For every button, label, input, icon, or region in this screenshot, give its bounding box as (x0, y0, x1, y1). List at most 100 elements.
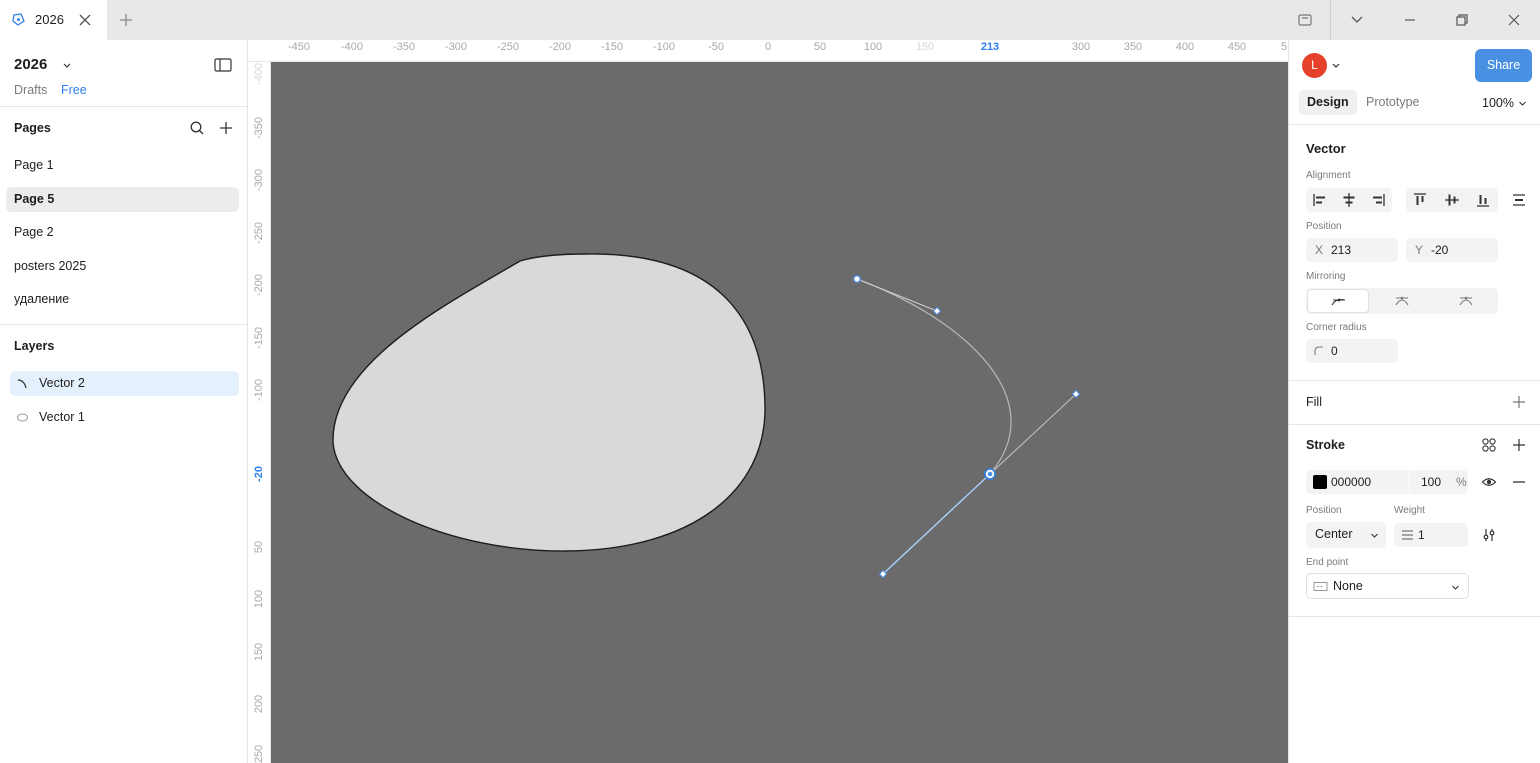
distribute-icon[interactable] (1511, 192, 1527, 208)
file-name[interactable]: 2026 (14, 56, 47, 73)
plan-badge[interactable]: Free (61, 83, 87, 97)
y-field-label: Y (1415, 243, 1424, 257)
stroke-color-hex[interactable]: 000000 (1331, 475, 1371, 489)
y-position-field[interactable]: Y -20 (1406, 238, 1498, 262)
mirror-none-button[interactable] (1307, 289, 1369, 313)
stroke-color-swatch[interactable] (1313, 475, 1327, 489)
align-vertical-center-icon[interactable] (1444, 192, 1460, 208)
stroke-weight-label: Weight (1394, 505, 1425, 516)
user-avatar[interactable]: L (1302, 53, 1327, 78)
window-layout-icon[interactable] (1296, 11, 1314, 29)
page-item-posters-2025[interactable]: posters 2025 (6, 254, 239, 279)
mirror-angle-button[interactable] (1371, 289, 1433, 313)
ruler-tick-label: 100 (253, 589, 265, 609)
ruler-selection-x-label: 213 (980, 41, 1000, 53)
page-item-label: Page 2 (14, 225, 54, 239)
page-item-page-2[interactable]: Page 2 (6, 220, 239, 245)
drafts-link[interactable]: Drafts (14, 83, 47, 97)
alignment-label: Alignment (1306, 170, 1351, 181)
restore-icon[interactable] (1453, 11, 1471, 29)
ruler-tick-label: 200 (253, 694, 265, 714)
mirror-angle-length-button[interactable] (1435, 289, 1497, 313)
stroke-color-field[interactable]: 000000 100 % (1306, 470, 1468, 494)
chevron-down-icon[interactable] (1348, 11, 1366, 29)
eye-icon[interactable] (1481, 474, 1497, 490)
page-item-page-5[interactable]: Page 5 (6, 187, 239, 212)
figma-draft-icon (12, 13, 25, 26)
layer-item-vector-1[interactable]: Vector 1 (10, 405, 239, 430)
left-sidebar: 2026 Drafts Free Pages Page 1 Page 5 Pag… (0, 40, 248, 763)
remove-stroke-icon[interactable] (1511, 474, 1527, 490)
chevron-down-icon (1452, 585, 1459, 590)
stroke-position-value: Center (1315, 527, 1353, 541)
stroke-weight-field[interactable]: 1 (1394, 523, 1468, 547)
style-library-icon[interactable] (1481, 437, 1497, 453)
new-tab-icon[interactable] (117, 11, 135, 29)
close-tab-icon[interactable] (77, 12, 93, 28)
ruler-tick-label: -300 (444, 41, 468, 53)
stroke-position-select[interactable]: Center (1306, 522, 1386, 548)
layers-title: Layers (14, 339, 55, 353)
ruler-selection-y-label: -20 (253, 466, 265, 482)
tab-design[interactable]: Design (1299, 90, 1357, 115)
corner-radius-value[interactable]: 0 (1331, 344, 1338, 358)
y-field-value[interactable]: -20 (1431, 243, 1448, 257)
panel-divider (1289, 380, 1540, 381)
vertical-ruler[interactable]: -400 -350 -300 -250 -200 -150 -100 -20 5… (248, 62, 271, 763)
design-canvas[interactable] (271, 62, 1288, 763)
tab-prototype[interactable]: Prototype (1358, 90, 1428, 115)
corner-radius-icon (1314, 346, 1323, 355)
advanced-stroke-settings-icon[interactable] (1481, 527, 1497, 543)
add-stroke-icon[interactable] (1511, 437, 1527, 453)
ruler-tick-label: 5 (1280, 41, 1288, 53)
bezier-handle-point[interactable] (932, 306, 942, 316)
align-horizontal-center-icon[interactable] (1341, 192, 1357, 208)
ruler-tick-label: 350 (1123, 41, 1143, 53)
ellipse-icon (17, 413, 28, 422)
ruler-tick-label: 100 (863, 41, 883, 53)
share-button[interactable]: Share (1475, 49, 1532, 82)
vector-anchor-point[interactable] (853, 274, 862, 283)
vector-2-path[interactable] (856, 278, 1012, 475)
page-item-label: Page 1 (14, 158, 54, 172)
add-page-icon[interactable] (218, 120, 234, 136)
x-field-value[interactable]: 213 (1331, 243, 1351, 257)
align-left-icon[interactable] (1312, 192, 1328, 208)
mirroring-label: Mirroring (1306, 271, 1346, 282)
horizontal-ruler[interactable]: -450 -400 -350 -300 -250 -200 -150 -100 … (248, 40, 1288, 62)
stroke-opacity-unit: % (1456, 475, 1467, 489)
zoom-level[interactable]: 100% (1482, 96, 1514, 110)
file-menu-chevron-icon[interactable] (61, 59, 73, 71)
stroke-weight-value[interactable]: 1 (1418, 528, 1425, 542)
right-properties-panel: L Share Design Prototype 100% Vector Ali… (1288, 40, 1540, 763)
chevron-down-icon[interactable] (1518, 99, 1527, 108)
x-position-field[interactable]: X 213 (1306, 238, 1398, 262)
page-item-label: posters 2025 (14, 259, 87, 273)
layer-item-vector-2[interactable]: Vector 2 (10, 371, 239, 396)
end-point-select[interactable]: None (1306, 573, 1469, 599)
stroke-opacity-value[interactable]: 100 (1421, 475, 1441, 489)
position-label: Position (1306, 221, 1342, 232)
stroke-weight-icon (1402, 530, 1413, 540)
chevron-down-icon[interactable] (1331, 60, 1341, 70)
align-bottom-icon[interactable] (1475, 192, 1491, 208)
minimize-icon[interactable] (1401, 11, 1419, 29)
align-top-icon[interactable] (1412, 192, 1428, 208)
ruler-tick-label: -400 (340, 41, 364, 53)
corner-radius-field[interactable]: 0 (1306, 339, 1398, 363)
page-item-udalenie[interactable]: удаление (6, 287, 239, 312)
tab-title: 2026 (35, 12, 64, 27)
add-fill-icon[interactable] (1511, 394, 1527, 410)
page-item-page-1[interactable]: Page 1 (6, 153, 239, 178)
search-icon[interactable] (189, 120, 205, 136)
ruler-tick-label: 50 (813, 41, 827, 53)
ruler-tick-label: -350 (253, 116, 265, 140)
toggle-sidebar-icon[interactable] (213, 56, 233, 74)
horizontal-alignment-group (1306, 188, 1392, 212)
ruler-tick-label: -200 (253, 273, 265, 297)
stroke-position-label: Position (1306, 505, 1342, 516)
align-right-icon[interactable] (1370, 192, 1386, 208)
close-window-icon[interactable] (1505, 11, 1523, 29)
file-tab[interactable]: 2026 (0, 0, 107, 40)
vector-1-shape[interactable] (332, 253, 766, 552)
